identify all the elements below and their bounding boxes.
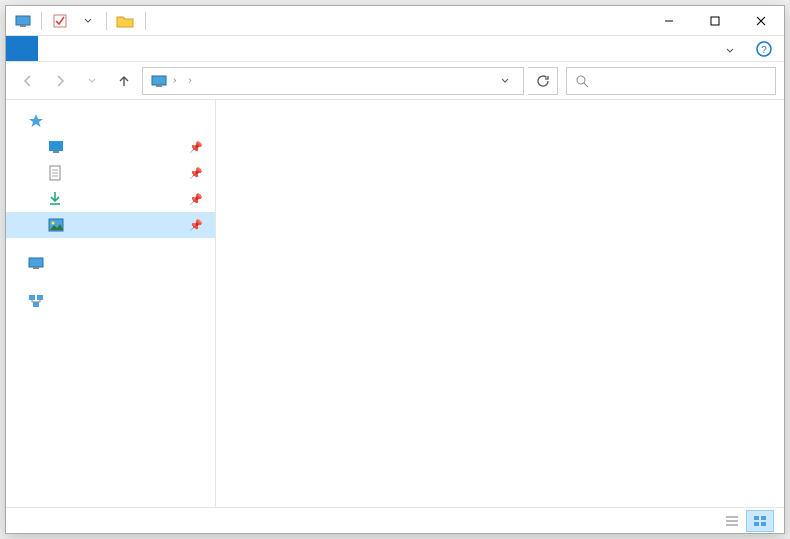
sidebar-item-this-pc[interactable] [6, 250, 215, 276]
separator [145, 12, 146, 30]
pin-icon: 📌 [189, 167, 203, 180]
ribbon-tabs: ? [6, 36, 784, 62]
minimize-button[interactable] [646, 6, 692, 36]
help-button[interactable]: ? [744, 36, 784, 61]
sidebar-item-network[interactable] [6, 288, 215, 314]
properties-qat-button[interactable] [47, 9, 73, 33]
separator [106, 12, 107, 30]
pictures-icon [48, 218, 64, 232]
pin-icon: 📌 [189, 219, 203, 232]
ribbon-expand-button[interactable] [716, 36, 744, 64]
file-pane[interactable] [216, 100, 784, 507]
sidebar-item-downloads[interactable]: 📌 [6, 186, 215, 212]
separator [41, 12, 42, 30]
star-icon [28, 113, 44, 129]
ribbon-tab-share[interactable] [70, 36, 102, 61]
body-split: 📌 📌 📌 📌 [6, 100, 784, 507]
title-bar [6, 6, 784, 36]
explorer-window: ? › › [5, 5, 785, 534]
recent-dropdown-button[interactable] [78, 67, 106, 95]
sidebar-item-desktop[interactable]: 📌 [6, 134, 215, 160]
search-input[interactable] [566, 67, 776, 95]
navigation-pane: 📌 📌 📌 📌 [6, 100, 216, 507]
breadcrumb-item[interactable] [178, 69, 186, 93]
maximize-button[interactable] [692, 6, 738, 36]
this-pc-icon [28, 256, 44, 270]
pin-icon: 📌 [189, 193, 203, 206]
up-button[interactable] [110, 67, 138, 95]
pin-icon: 📌 [189, 141, 203, 154]
ribbon-tab-home[interactable] [38, 36, 70, 61]
download-icon [48, 191, 62, 207]
network-icon [28, 294, 44, 308]
address-row: › › [6, 62, 784, 100]
search-icon [575, 74, 589, 88]
status-bar [6, 507, 784, 533]
folder-qat-icon[interactable] [112, 9, 138, 33]
quick-access-toolbar [6, 9, 142, 33]
back-button[interactable] [14, 67, 42, 95]
svg-text:?: ? [761, 45, 767, 56]
chevron-right-icon[interactable]: › [188, 75, 191, 86]
close-button[interactable] [738, 6, 784, 36]
qat-dropdown[interactable] [75, 9, 101, 33]
chevron-right-icon[interactable]: › [173, 75, 176, 86]
breadcrumb-item[interactable] [194, 69, 202, 93]
document-icon [48, 165, 62, 181]
view-large-icons-button[interactable] [746, 510, 774, 532]
file-tab[interactable] [6, 36, 38, 61]
sidebar-item-documents[interactable]: 📌 [6, 160, 215, 186]
app-icon[interactable] [10, 9, 36, 33]
desktop-icon [48, 140, 64, 154]
breadcrumb-root-icon[interactable] [147, 69, 171, 93]
view-details-button[interactable] [718, 510, 746, 532]
sidebar-item-pictures[interactable]: 📌 [6, 212, 215, 238]
breadcrumb-bar[interactable]: › › [142, 67, 524, 95]
ribbon-tab-view[interactable] [102, 36, 134, 61]
forward-button[interactable] [46, 67, 74, 95]
refresh-button[interactable] [528, 67, 558, 95]
breadcrumb-dropdown[interactable] [491, 67, 519, 95]
sidebar-item-quick-access[interactable] [6, 108, 215, 134]
